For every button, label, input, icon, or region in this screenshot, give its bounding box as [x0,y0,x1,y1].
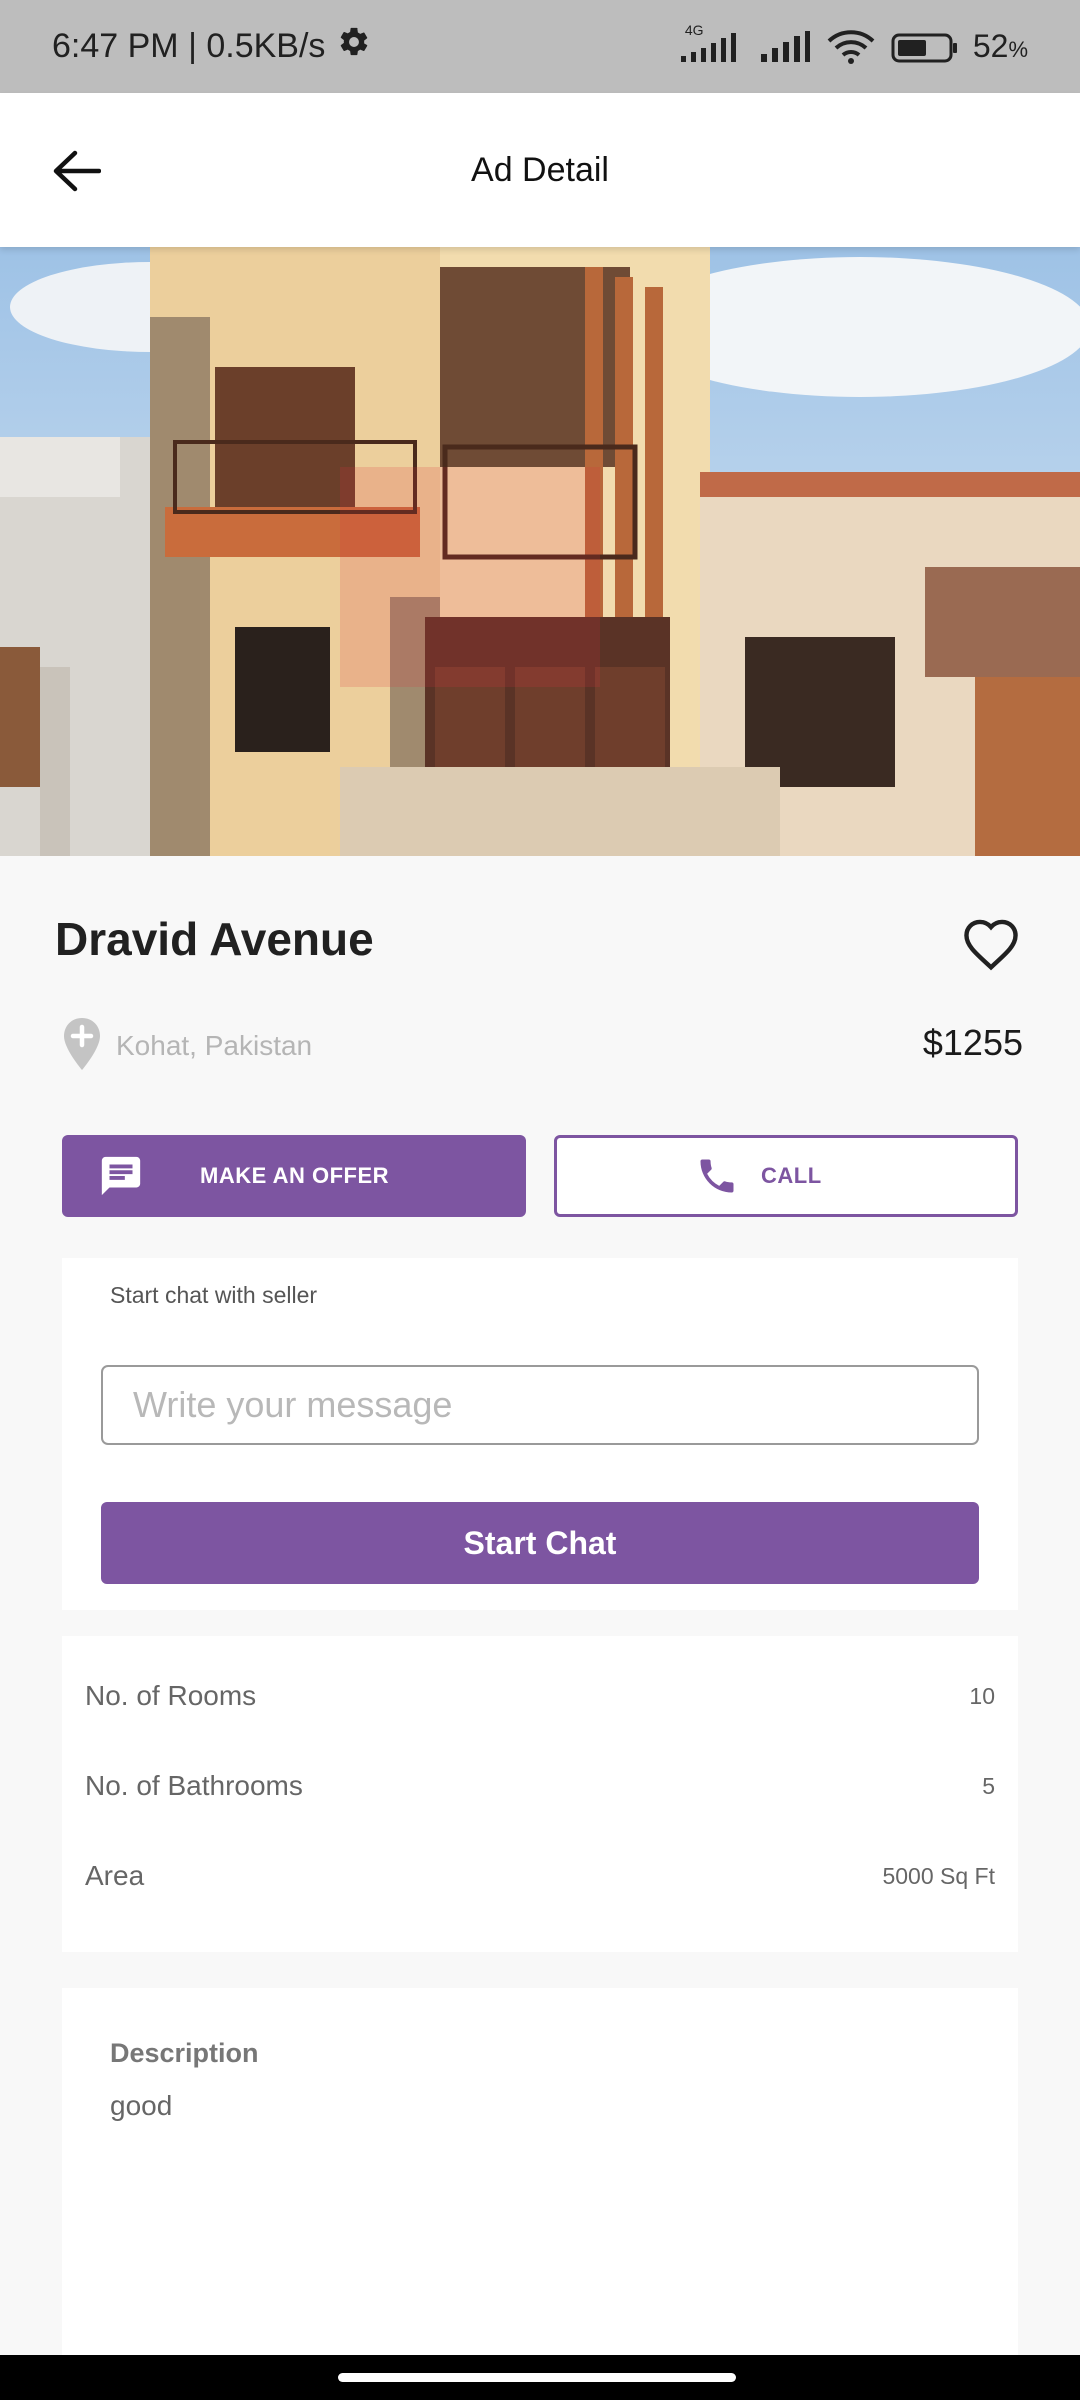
status-right: 4G 52% [679,22,1028,65]
location-row: Kohat, Pakistan [62,1016,312,1076]
battery-level: 52% [973,28,1028,65]
chat-label: Start chat with seller [110,1282,318,1308]
message-icon [98,1153,144,1199]
call-button[interactable]: CALL [554,1135,1018,1217]
location-text: Kohat, Pakistan [116,1030,313,1061]
message-input[interactable] [101,1365,979,1445]
price: $1255 [922,1022,1023,1063]
spec-row-bathrooms: No. of Bathrooms 5 [85,1756,995,1816]
spec-row-rooms: No. of Rooms 10 [85,1666,995,1726]
home-indicator[interactable] [338,2373,736,2382]
gear-icon [337,25,371,68]
battery-percent: 52 [972,28,1009,64]
battery-icon [891,30,959,64]
chat-card: Start chat with seller Start Chat [62,1258,1018,1610]
spec-row-area: Area 5000 Sq Ft [85,1846,995,1906]
description-card: Description good [62,1988,1018,2358]
spec-label: No. of Bathrooms [85,1770,303,1801]
spec-value: 5 [982,1772,995,1799]
network-type: 4G [684,21,704,38]
signal-4g-icon: 4G [679,22,745,64]
description-heading: Description [110,2038,259,2068]
navigation-bar [0,2355,1080,2400]
app-bar: Ad Detail [0,93,1080,247]
house-image [0,247,1080,856]
status-left: 6:47 PM | 0.5KB/s [52,25,371,68]
spec-value: 10 [969,1682,995,1709]
battery-unit: % [1008,37,1028,62]
map-pin-plus-icon [62,1016,102,1077]
specs-card: No. of Rooms 10 No. of Bathrooms 5 Area … [62,1636,1018,1952]
spec-value: 5000 Sq Ft [882,1862,995,1889]
favorite-button[interactable] [955,910,1027,982]
back-button[interactable] [36,133,116,213]
status-bar: 6:47 PM | 0.5KB/s 4G 52% [0,0,1080,93]
listing-title: Dravid Avenue [55,913,374,965]
make-offer-button[interactable]: MAKE AN OFFER [62,1135,526,1217]
arrow-left-icon [51,149,102,198]
page-title: Ad Detail [471,151,609,189]
description-text: good [110,2090,173,2121]
status-time-speed: 6:47 PM | 0.5KB/s [52,27,326,65]
heart-outline-icon [961,917,1021,976]
signal-icon [759,30,811,64]
start-chat-button[interactable]: Start Chat [101,1502,979,1584]
make-offer-label: MAKE AN OFFER [200,1163,390,1188]
listing-photo[interactable] [0,247,1080,856]
spec-label: No. of Rooms [85,1680,257,1711]
spec-label: Area [85,1860,145,1891]
phone-icon [695,1154,739,1198]
call-label: CALL [761,1163,822,1188]
wifi-icon [825,29,877,65]
